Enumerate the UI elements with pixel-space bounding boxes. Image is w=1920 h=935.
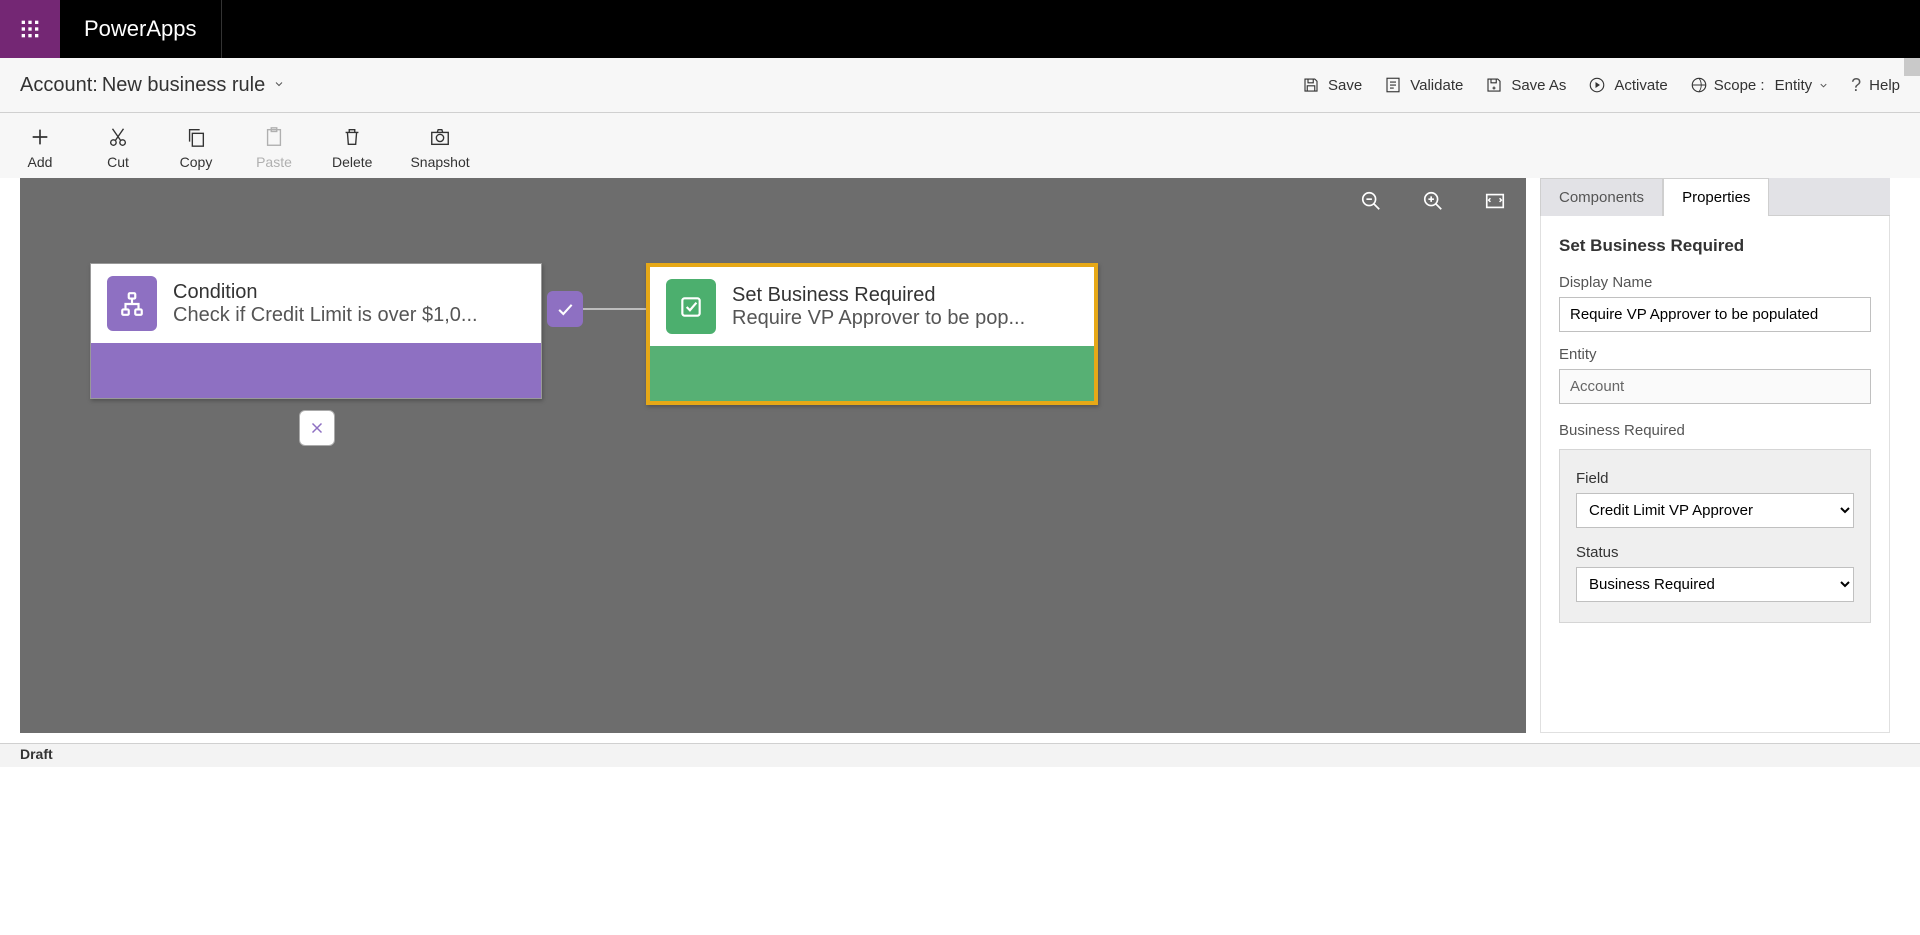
false-branch-badge[interactable] [299, 410, 335, 446]
condition-node[interactable]: Condition Check if Credit Limit is over … [90, 263, 542, 399]
copy-icon [185, 126, 207, 148]
scope-selector[interactable]: Scope : Entity [1690, 76, 1829, 94]
save-as-button[interactable]: Save As [1485, 76, 1566, 94]
status-bar: Draft [0, 743, 1920, 767]
scope-value: Entity [1775, 77, 1813, 94]
panel-tabs: Components Properties [1540, 178, 1890, 216]
cut-button[interactable]: Cut [98, 126, 138, 170]
delete-button[interactable]: Delete [332, 126, 372, 170]
paste-button: Paste [254, 126, 294, 170]
cut-icon [107, 126, 129, 148]
field-label: Field [1576, 470, 1854, 487]
tab-components[interactable]: Components [1540, 178, 1663, 216]
main-area: Condition Check if Credit Limit is over … [0, 178, 1920, 733]
status-text: Draft [20, 746, 53, 762]
validate-button[interactable]: Validate [1384, 76, 1463, 94]
delete-icon [341, 126, 363, 148]
save-label: Save [1328, 77, 1362, 94]
close-icon [308, 419, 326, 437]
right-panel: Components Properties Set Business Requi… [1540, 178, 1890, 733]
copy-button[interactable]: Copy [176, 126, 216, 170]
fit-to-screen-button[interactable] [1484, 190, 1506, 215]
toolbar: Add Cut Copy Paste Delete Snapshot [0, 113, 1920, 178]
chevron-down-icon [1818, 80, 1829, 91]
condition-drop-zone[interactable] [91, 343, 541, 398]
add-button[interactable]: Add [20, 126, 60, 170]
zoom-out-button[interactable] [1360, 190, 1382, 215]
top-bar: PowerApps [0, 0, 1920, 58]
save-icon [1302, 76, 1320, 94]
activate-icon [1588, 76, 1606, 94]
panel-heading: Set Business Required [1559, 236, 1871, 256]
scrollbar[interactable] [1904, 58, 1920, 76]
business-required-section: Field Credit Limit VP Approver Status Bu… [1559, 449, 1871, 623]
display-name-label: Display Name [1559, 274, 1871, 291]
true-branch-badge[interactable] [547, 291, 583, 327]
action-subtitle: Require VP Approver to be pop... [732, 307, 1072, 330]
breadcrumb-name: New business rule [102, 74, 265, 97]
help-icon: ? [1851, 75, 1861, 96]
chevron-down-icon [273, 77, 285, 93]
designer-canvas[interactable]: Condition Check if Credit Limit is over … [20, 178, 1526, 733]
entity-input [1559, 369, 1871, 404]
breadcrumb[interactable]: Account: New business rule [20, 74, 285, 97]
paste-icon [263, 126, 285, 148]
brand-label: PowerApps [60, 0, 222, 58]
validate-label: Validate [1410, 77, 1463, 94]
help-label: Help [1869, 77, 1900, 94]
condition-subtitle: Check if Credit Limit is over $1,0... [173, 304, 513, 327]
set-required-icon [666, 279, 716, 334]
tab-properties[interactable]: Properties [1663, 178, 1769, 216]
properties-panel: Set Business Required Display Name Entit… [1540, 216, 1890, 733]
activate-label: Activate [1614, 77, 1667, 94]
scope-icon [1690, 76, 1708, 94]
action-node[interactable]: Set Business Required Require VP Approve… [646, 263, 1098, 405]
status-label: Status [1576, 544, 1854, 561]
zoom-in-button[interactable] [1422, 190, 1444, 215]
action-title: Set Business Required [732, 284, 1072, 307]
command-bar: Account: New business rule Save Validate… [0, 58, 1920, 113]
activate-button[interactable]: Activate [1588, 76, 1667, 94]
action-drop-zone[interactable] [650, 346, 1094, 401]
field-select[interactable]: Credit Limit VP Approver [1576, 493, 1854, 528]
app-launcher-button[interactable] [0, 0, 60, 58]
help-button[interactable]: ? Help [1851, 75, 1900, 96]
save-button[interactable]: Save [1302, 76, 1362, 94]
entity-label: Entity [1559, 346, 1871, 363]
validate-icon [1384, 76, 1402, 94]
display-name-input[interactable] [1559, 297, 1871, 332]
snapshot-button[interactable]: Snapshot [410, 126, 469, 170]
save-as-icon [1485, 76, 1503, 94]
waffle-icon [20, 19, 40, 39]
status-select[interactable]: Business Required [1576, 567, 1854, 602]
condition-title: Condition [173, 281, 513, 304]
breadcrumb-entity: Account: [20, 74, 98, 97]
save-as-label: Save As [1511, 77, 1566, 94]
add-icon [29, 126, 51, 148]
scope-label-text: Scope : [1714, 77, 1765, 94]
snapshot-icon [429, 126, 451, 148]
section-title: Business Required [1559, 422, 1871, 439]
check-icon [555, 299, 575, 319]
condition-icon [107, 276, 157, 331]
